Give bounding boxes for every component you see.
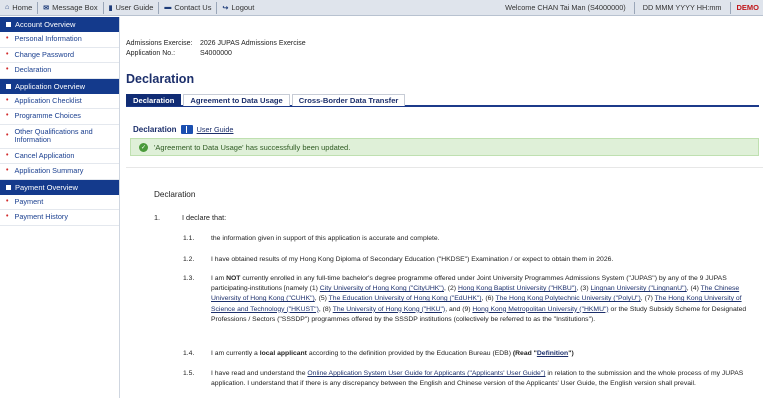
demo-badge: DEMO xyxy=(736,3,760,12)
link-polyu[interactable]: The Hong Kong Polytechnic University ("P… xyxy=(495,295,640,302)
section-header: Declaration User Guide xyxy=(133,125,233,134)
user-guide-link[interactable]: User Guide xyxy=(197,125,234,134)
sidebar-item-programme-choices[interactable]: • Programme Choices xyxy=(0,109,119,125)
application-meta: Admissions Exercise: 2026 JUPAS Admission… xyxy=(126,39,306,59)
sidebar-section-application[interactable]: Application Overview xyxy=(0,78,119,94)
chat-icon: ▬ xyxy=(164,4,172,11)
bullet-icon: • xyxy=(6,213,9,220)
sidebar-item-cancel-application[interactable]: • Cancel Application xyxy=(0,149,119,164)
link-hkmu[interactable]: Hong Kong Metropolitan University ("HKMU… xyxy=(472,306,608,313)
square-icon xyxy=(6,184,11,190)
bullet-icon: • xyxy=(6,35,9,42)
message-box-link[interactable]: ✉ Message Box xyxy=(38,0,102,16)
exercise-value: 2026 JUPAS Admissions Exercise xyxy=(200,40,306,47)
bullet-icon: • xyxy=(6,96,9,104)
bullet-icon: • xyxy=(6,66,9,73)
sidebar-item-personal-information[interactable]: • Personal Information xyxy=(0,32,119,48)
link-hkbu[interactable]: Hong Kong Baptist University ("HKBU") xyxy=(458,285,577,292)
sidebar-item-application-checklist[interactable]: • Application Checklist xyxy=(0,94,119,109)
tab-bar: Declaration Agreement to Data Usage Cros… xyxy=(126,94,759,107)
applicants-user-guide-link[interactable]: Online Application System User Guide for… xyxy=(307,370,545,377)
user-guide-link[interactable]: ▮ User Guide xyxy=(104,0,159,16)
link-lingnanu[interactable]: Lingnan University ("LingnanU") xyxy=(590,285,686,292)
sidebar-item-payment-history[interactable]: • Payment History xyxy=(0,210,119,226)
page-title: Declaration xyxy=(126,72,195,86)
application-no-label: Application No.: xyxy=(126,50,176,57)
success-alert: ✓ 'Agreement to Data Usage' has successf… xyxy=(130,138,759,156)
sidebar: Account Overview • Personal Information •… xyxy=(0,17,120,398)
link-hku[interactable]: The University of Hong Kong ("HKU") xyxy=(333,306,445,313)
bullet-icon: • xyxy=(6,197,9,205)
logout-icon: ↪ xyxy=(222,4,229,12)
bullet-icon: • xyxy=(6,50,9,58)
bullet-icon: • xyxy=(6,151,9,159)
main-content: Admissions Exercise: 2026 JUPAS Admission… xyxy=(126,17,763,398)
sidebar-item-other-qualifications[interactable]: • Other Qualifications and Information xyxy=(0,125,119,149)
section-title: Declaration xyxy=(133,125,177,134)
check-circle-icon: ✓ xyxy=(139,142,148,152)
logout-link[interactable]: ↪ Logout xyxy=(217,0,259,16)
application-no-value: S4000000 xyxy=(200,50,232,57)
tab-agreement-to-data-usage[interactable]: Agreement to Data Usage xyxy=(183,94,290,106)
mail-icon: ✉ xyxy=(43,4,50,12)
bullet-icon: • xyxy=(6,131,9,139)
declaration-title: Declaration xyxy=(154,190,196,199)
sidebar-item-payment[interactable]: • Payment xyxy=(0,195,119,210)
square-icon xyxy=(6,22,11,27)
tab-cross-border-data-transfer[interactable]: Cross-Border Data Transfer xyxy=(291,94,406,106)
home-icon: ⌂ xyxy=(5,4,10,11)
exercise-label: Admissions Exercise: xyxy=(126,40,193,47)
link-eduhk[interactable]: The Education University of Hong Kong ("… xyxy=(329,295,482,302)
datetime-text: DD MMM YYYY HH:mm xyxy=(642,3,722,12)
book-icon: ▮ xyxy=(108,4,113,12)
home-link[interactable]: ⌂ Home xyxy=(0,0,37,16)
sidebar-item-change-password[interactable]: • Change Password xyxy=(0,48,119,63)
bullet-icon: • xyxy=(6,167,9,174)
sidebar-section-account[interactable]: Account Overview xyxy=(0,17,119,32)
contact-us-link[interactable]: ▬ Contact Us xyxy=(159,0,216,16)
tab-declaration[interactable]: Declaration xyxy=(126,94,182,106)
declaration-document: Declaration 1. I declare that: 1.1. the i… xyxy=(126,167,763,398)
sidebar-item-application-summary[interactable]: • Application Summary xyxy=(0,164,119,180)
definition-link[interactable]: Definition xyxy=(537,350,568,357)
link-cityuhk[interactable]: City University of Hong Kong ("CityUHK") xyxy=(320,285,444,292)
sidebar-item-declaration[interactable]: • Declaration xyxy=(0,63,119,79)
alert-message: 'Agreement to Data Usage' has successful… xyxy=(154,142,351,152)
book-icon[interactable] xyxy=(180,125,193,134)
top-bar: ⌂ Home ✉ Message Box ▮ User Guide ▬ Contact … xyxy=(0,0,763,16)
square-icon xyxy=(6,83,11,89)
bullet-icon: • xyxy=(6,112,9,119)
declaration-item-1: 1. I declare that: xyxy=(154,213,227,222)
sidebar-section-payment[interactable]: Payment Overview xyxy=(0,179,119,195)
welcome-text: Welcome CHAN Tai Man (S4000000) xyxy=(505,3,626,12)
